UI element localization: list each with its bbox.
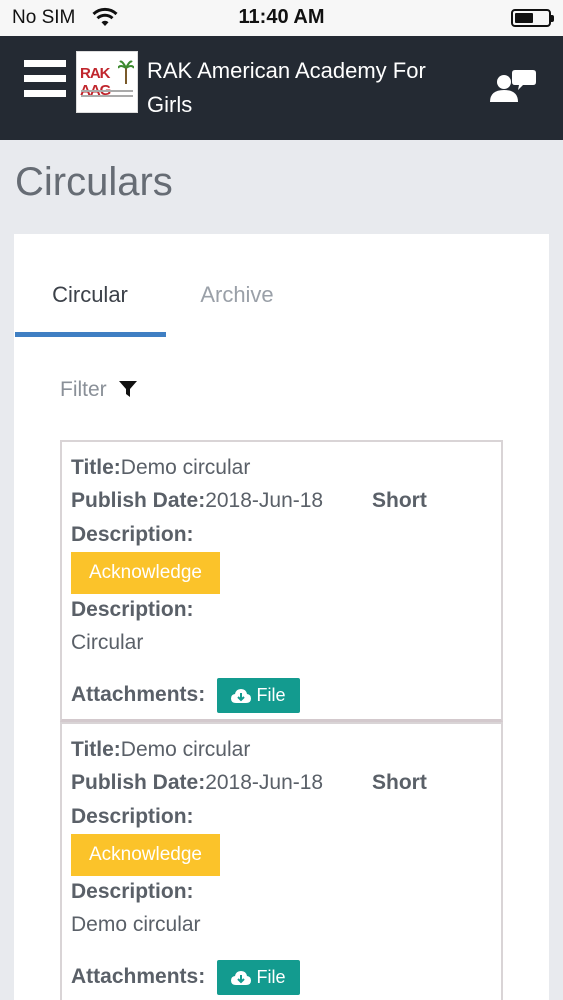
description-label: Description: bbox=[71, 598, 194, 621]
acknowledge-button[interactable]: Acknowledge bbox=[71, 834, 220, 876]
description-text: Demo circular bbox=[71, 913, 201, 936]
contact-chat-icon[interactable] bbox=[489, 68, 537, 104]
description-label: Description: bbox=[71, 880, 194, 903]
publish-date-label: Publish Date: bbox=[71, 489, 206, 512]
cloud-download-icon bbox=[231, 688, 252, 703]
circular-title-row: Title:Demo circular bbox=[71, 738, 250, 762]
status-bar: No SIM 11:40 AM bbox=[0, 0, 563, 36]
tab-archive[interactable]: Archive bbox=[162, 234, 312, 338]
circular-title: Demo circular bbox=[120, 456, 251, 479]
short-label: Short bbox=[372, 771, 427, 794]
publish-date: 2018-Jun-18 bbox=[205, 771, 324, 794]
publish-date: 2018-Jun-18 bbox=[205, 489, 324, 512]
file-button[interactable]: File bbox=[217, 678, 300, 713]
school-name: RAK American Academy For Girls bbox=[147, 58, 426, 117]
file-button[interactable]: File bbox=[217, 960, 300, 995]
short-description-label: Description: bbox=[71, 523, 194, 546]
tab-bar: Circular Archive bbox=[14, 234, 549, 338]
attachments-label: Attachments: bbox=[71, 683, 206, 706]
publish-date-row: Publish Date:2018-Jun-18 bbox=[71, 489, 323, 513]
circular-title-row: Title:Demo circular bbox=[71, 456, 250, 480]
file-button-label: File bbox=[256, 685, 286, 705]
title-label: Title: bbox=[71, 738, 121, 761]
page-title: Circulars bbox=[15, 160, 173, 204]
file-button-label: File bbox=[256, 967, 286, 987]
app-header: RAK AAG RAK American Academy For Girls bbox=[0, 36, 563, 140]
filter-icon bbox=[118, 381, 137, 397]
battery-level bbox=[515, 13, 533, 23]
active-tab-indicator bbox=[15, 332, 166, 337]
school-logo: RAK AAG bbox=[76, 51, 138, 113]
short-description-label: Description: bbox=[71, 805, 194, 828]
menu-icon[interactable] bbox=[24, 60, 68, 104]
title-label: Title: bbox=[71, 456, 121, 479]
tab-circular[interactable]: Circular bbox=[15, 234, 165, 338]
filter-label: Filter bbox=[60, 378, 107, 401]
filter-button[interactable]: Filter bbox=[60, 378, 137, 402]
attachments-label: Attachments: bbox=[71, 965, 206, 988]
publish-date-label: Publish Date: bbox=[71, 771, 206, 794]
circular-item: Title:Demo circular Publish Date:2018-Ju… bbox=[60, 722, 503, 1000]
circular-item: Title:Demo circular Publish Date:2018-Ju… bbox=[60, 440, 503, 722]
clock: 11:40 AM bbox=[238, 6, 325, 28]
cloud-download-icon bbox=[231, 970, 252, 985]
publish-date-row: Publish Date:2018-Jun-18 bbox=[71, 771, 323, 795]
circulars-card: Circular Archive Filter Title:Demo circu… bbox=[14, 234, 549, 1000]
circular-title: Demo circular bbox=[120, 738, 251, 761]
battery-icon bbox=[511, 9, 554, 27]
acknowledge-button[interactable]: Acknowledge bbox=[71, 552, 220, 594]
description-text: Circular bbox=[71, 631, 144, 654]
short-label: Short bbox=[372, 489, 427, 512]
palm-icon bbox=[118, 60, 134, 84]
circular-list: Title:Demo circular Publish Date:2018-Ju… bbox=[60, 440, 503, 1000]
logo-caption bbox=[81, 90, 133, 102]
